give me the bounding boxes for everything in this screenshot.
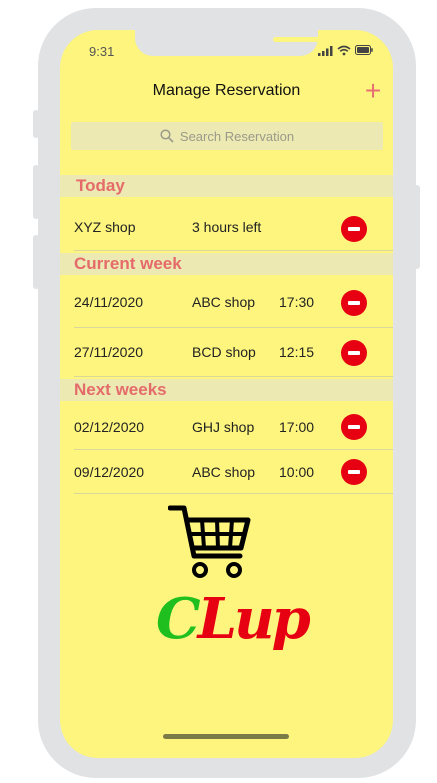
divider	[74, 493, 393, 494]
reservation-date: 02/12/2020	[74, 419, 145, 435]
notch	[135, 30, 351, 56]
reservation-time-left: 3 hours left	[192, 219, 262, 235]
divider	[74, 250, 393, 251]
reservation-date: 24/11/2020	[74, 294, 144, 310]
section-header-current-week: Current week	[60, 253, 393, 275]
logo-letters-lup: Lup	[197, 586, 311, 652]
signal-icon	[318, 45, 333, 56]
divider	[74, 376, 393, 377]
reservation-time: 17:30	[279, 294, 315, 310]
reservation-date: 09/12/2020	[74, 464, 145, 480]
reservation-shop: ABC shop	[192, 464, 256, 480]
status-icons	[318, 44, 373, 56]
search-placeholder: Search Reservation	[179, 128, 295, 144]
remove-reservation-button[interactable]	[341, 216, 367, 242]
app-screen: 9:31 Manage Reservation + Search Reserva…	[60, 30, 393, 758]
reservation-shop: XYZ shop	[74, 219, 136, 235]
page-title: Manage Reservation	[152, 82, 301, 99]
phone-volume-up	[33, 165, 39, 219]
wifi-icon	[337, 45, 351, 55]
phone-volume-down	[33, 235, 39, 289]
home-indicator[interactable]	[163, 734, 289, 739]
divider	[74, 327, 393, 328]
phone-mute-switch	[33, 110, 39, 138]
logo-letter-c: C	[156, 586, 201, 652]
add-reservation-button[interactable]: +	[362, 77, 384, 105]
remove-reservation-button[interactable]	[341, 414, 367, 440]
reservation-shop: BCD shop	[192, 344, 256, 360]
remove-reservation-button[interactable]	[341, 290, 367, 316]
reservation-shop: ABC shop	[192, 294, 256, 310]
reservation-time: 12:15	[279, 344, 315, 360]
battery-icon	[355, 45, 373, 55]
reservation-time: 17:00	[279, 419, 315, 435]
phone-power-button	[414, 185, 420, 269]
shopping-cart-icon	[168, 505, 251, 578]
remove-reservation-button[interactable]	[341, 340, 367, 366]
section-header-today: Today	[60, 175, 393, 197]
reservation-time: 10:00	[279, 464, 315, 480]
search-input[interactable]: Search Reservation	[71, 122, 383, 150]
status-time: 9:31	[89, 44, 115, 59]
camera	[340, 33, 351, 44]
reservation-shop: GHJ shop	[192, 419, 255, 435]
section-header-next-weeks: Next weeks	[60, 379, 393, 401]
reservation-date: 27/11/2020	[74, 344, 144, 360]
search-icon	[160, 129, 174, 143]
remove-reservation-button[interactable]	[341, 459, 367, 485]
clup-logo: CLup	[156, 586, 311, 652]
speaker	[273, 37, 329, 42]
